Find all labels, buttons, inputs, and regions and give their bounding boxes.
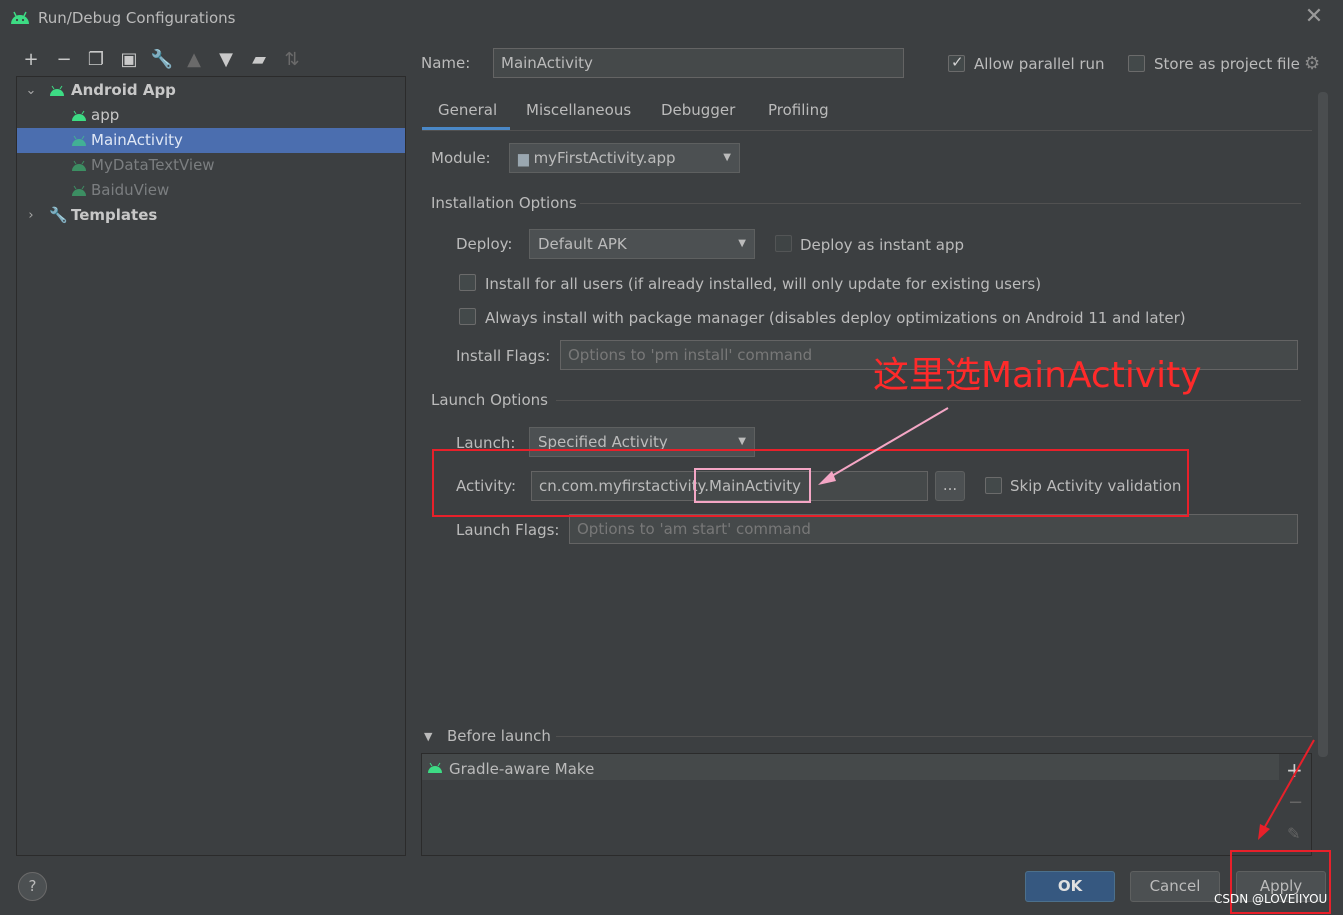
annotation-arrows bbox=[818, 407, 1315, 840]
watermark: CSDN @LOVEIIYOU bbox=[1214, 892, 1328, 906]
